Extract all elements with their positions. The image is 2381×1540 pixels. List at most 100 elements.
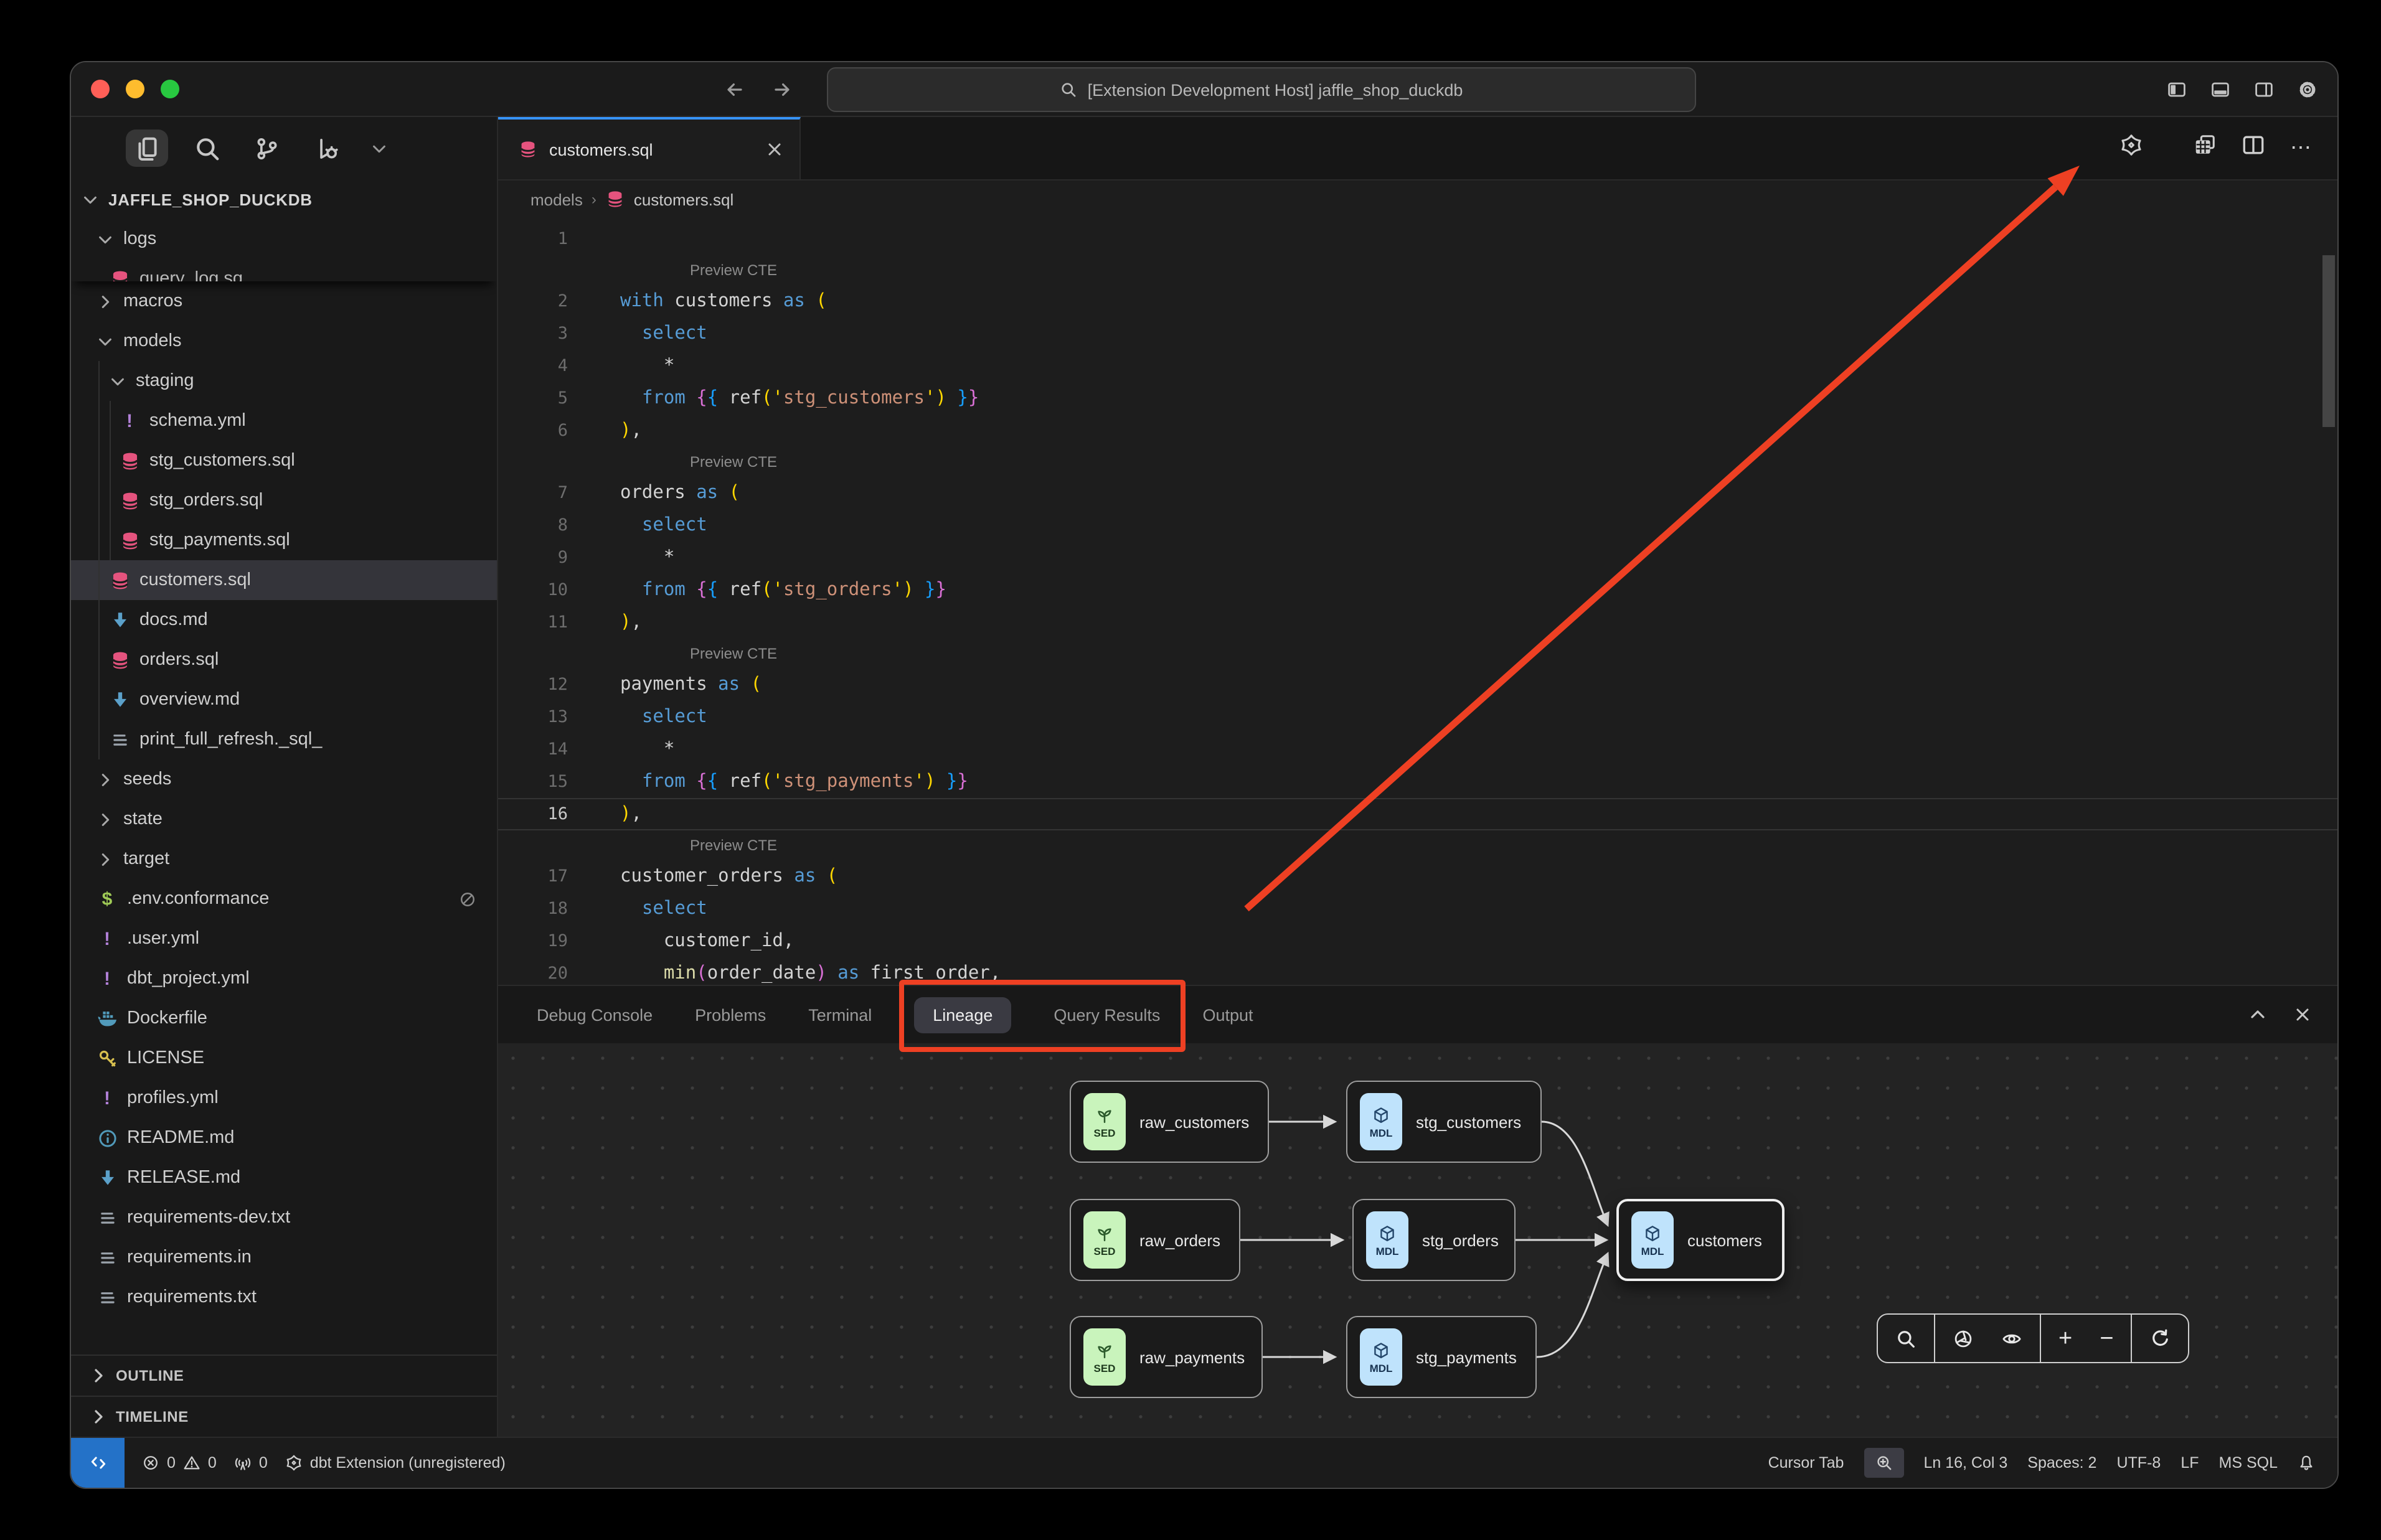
gear-icon[interactable] — [2298, 79, 2317, 99]
nav-forward-button[interactable] — [772, 79, 792, 99]
toggle-secondary-sidebar-icon[interactable] — [2254, 79, 2274, 99]
code-line-19[interactable]: 19 customer_id, — [498, 925, 2337, 957]
code-line-11[interactable]: 11), — [498, 606, 2337, 639]
activity-source-control-button[interactable] — [245, 129, 288, 167]
remote-indicator[interactable] — [71, 1438, 125, 1488]
tree-item-profiles-yml[interactable]: !profiles.yml — [71, 1078, 497, 1118]
panel-tab-terminal[interactable]: Terminal — [808, 1005, 872, 1024]
codelens-preview-cte[interactable]: Preview CTE — [498, 447, 2337, 477]
tree-item-requirements-in[interactable]: requirements.in — [71, 1237, 497, 1277]
tree-item-schema-yml[interactable]: !schema.yml — [71, 401, 497, 441]
lineage-node-stg_customers[interactable]: MDLstg_customers — [1346, 1081, 1542, 1163]
lineage-node-raw_customers[interactable]: SEDraw_customers — [1070, 1081, 1269, 1163]
breadcrumb-folder[interactable]: models — [530, 190, 583, 209]
tree-item-orders-sql[interactable]: orders.sql — [71, 640, 497, 680]
tree-item-query-log-sq[interactable]: query_log.sq — [71, 259, 497, 281]
code-line-7[interactable]: 7orders as ( — [498, 477, 2337, 509]
codelens-preview-cte[interactable]: Preview CTE — [498, 255, 2337, 285]
tree-item-dbt-project-yml[interactable]: !dbt_project.yml — [71, 959, 497, 998]
tree-item-dockerfile[interactable]: Dockerfile — [71, 998, 497, 1038]
code-line-3[interactable]: 3 select — [498, 317, 2337, 350]
encoding-status[interactable]: UTF-8 — [2116, 1454, 2161, 1472]
toggle-sidebar-icon[interactable] — [2167, 79, 2187, 99]
lineage-node-customers[interactable]: MDLcustomers — [1616, 1199, 1785, 1281]
lineage-minus-button[interactable]: − — [2100, 1326, 2113, 1350]
maximize-panel-icon[interactable] — [2248, 1005, 2268, 1025]
zoom-window-button[interactable] — [161, 80, 179, 98]
lineage-canvas[interactable]: SEDraw_customersMDLstg_customersSEDraw_o… — [498, 1043, 2337, 1437]
table-copy-action-icon[interactable] — [2193, 133, 2217, 163]
tree-item-stg-payments-sql[interactable]: stg_payments.sql — [71, 520, 497, 560]
editor-scrollbar[interactable] — [2322, 255, 2335, 427]
code-line-2[interactable]: 2with customers as ( — [498, 285, 2337, 317]
code-line-8[interactable]: 8 select — [498, 509, 2337, 542]
close-window-button[interactable] — [91, 80, 110, 98]
panel-tab-output[interactable]: Output — [1202, 1005, 1253, 1024]
tree-item-print-full-refresh-sql-[interactable]: print_full_refresh._sql_ — [71, 720, 497, 759]
code-line-4[interactable]: 4 * — [498, 350, 2337, 382]
tree-item-docs-md[interactable]: docs.md — [71, 600, 497, 640]
lineage-eye-button[interactable] — [2001, 1328, 2022, 1349]
tab-customers-sql[interactable]: customers.sql — [498, 117, 801, 179]
nav-back-button[interactable] — [725, 79, 745, 99]
tree-item-target[interactable]: target — [71, 839, 497, 879]
code-editor[interactable]: 1Preview CTE2with customers as (3 select… — [498, 218, 2337, 985]
activity-search-button[interactable] — [186, 129, 228, 167]
lineage-plus-button[interactable]: + — [2058, 1326, 2072, 1350]
tree-item-macros[interactable]: macros — [71, 281, 497, 321]
tree-item-overview-md[interactable]: overview.md — [71, 680, 497, 720]
tree-item--user-yml[interactable]: !.user.yml — [71, 919, 497, 959]
activity-chevron-down-button[interactable] — [365, 129, 392, 167]
tree-item-logs[interactable]: logs — [71, 219, 497, 259]
panel-tab-debug-console[interactable]: Debug Console — [537, 1005, 653, 1024]
outline-section[interactable]: OUTLINE — [71, 1355, 497, 1396]
tree-item-models[interactable]: models — [71, 321, 497, 361]
code-line-17[interactable]: 17customer_orders as ( — [498, 860, 2337, 893]
code-line-20[interactable]: 20 min(order_date) as first_order, — [498, 957, 2337, 985]
codelens-preview-cte[interactable]: Preview CTE — [498, 639, 2337, 669]
indentation-status[interactable]: Spaces: 2 — [2027, 1454, 2096, 1472]
ellipsis-action-icon[interactable]: ⋯ — [2290, 136, 2313, 161]
tree-item-readme-md[interactable]: README.md — [71, 1118, 497, 1158]
dbt-extension-status[interactable]: dbt Extension (unregistered) — [285, 1454, 506, 1472]
code-line-1[interactable]: 1 — [498, 223, 2337, 255]
problems-status[interactable]: 0 0 — [142, 1454, 217, 1472]
code-line-18[interactable]: 18 select — [498, 893, 2337, 925]
lineage-node-stg_orders[interactable]: MDLstg_orders — [1352, 1199, 1516, 1281]
tree-item-release-md[interactable]: RELEASE.md — [71, 1158, 497, 1198]
breadcrumb-file[interactable]: customers.sql — [634, 190, 733, 209]
codelens-preview-cte[interactable]: Preview CTE — [498, 830, 2337, 860]
toggle-panel-icon[interactable] — [2210, 79, 2230, 99]
tree-item-staging[interactable]: staging — [71, 361, 497, 401]
lineage-aperture-button[interactable] — [1953, 1328, 1974, 1349]
minimize-window-button[interactable] — [126, 80, 144, 98]
tree-item-seeds[interactable]: seeds — [71, 759, 497, 799]
eol-status[interactable]: LF — [2181, 1454, 2199, 1472]
tree-item-requirements-dev-txt[interactable]: requirements-dev.txt — [71, 1198, 497, 1237]
timeline-section[interactable]: TIMELINE — [71, 1396, 497, 1437]
tree-item-license[interactable]: LICENSE — [71, 1038, 497, 1078]
activity-run-debug-button[interactable] — [305, 129, 347, 167]
code-line-6[interactable]: 6), — [498, 415, 2337, 447]
tree-item-requirements-txt[interactable]: requirements.txt — [71, 1277, 497, 1317]
language-status[interactable]: MS SQL — [2219, 1454, 2278, 1472]
lineage-node-stg_payments[interactable]: MDLstg_payments — [1346, 1316, 1537, 1398]
code-line-10[interactable]: 10 from {{ ref('stg_orders') }} — [498, 574, 2337, 606]
breadcrumb[interactable]: models › customers.sql — [498, 181, 2337, 218]
panel-tab-lineage[interactable]: Lineage — [914, 997, 1011, 1033]
command-center-search[interactable]: [Extension Development Host] jaffle_shop… — [827, 67, 1696, 112]
lineage-search-small-button[interactable] — [1895, 1328, 1917, 1349]
cursor-tab-status[interactable]: Cursor Tab — [1768, 1454, 1844, 1472]
code-line-13[interactable]: 13 select — [498, 701, 2337, 733]
tree-item--env-conformance[interactable]: $.env.conformance — [71, 879, 497, 919]
code-line-15[interactable]: 15 from {{ ref('stg_payments') }} — [498, 766, 2337, 798]
lineage-refresh-button[interactable] — [2149, 1328, 2171, 1349]
ports-status[interactable]: 0 — [234, 1454, 268, 1472]
code-line-9[interactable]: 9 * — [498, 542, 2337, 574]
code-line-12[interactable]: 12payments as ( — [498, 669, 2337, 701]
split-editor-action-icon[interactable] — [2242, 133, 2265, 163]
tree-item-customers-sql[interactable]: customers.sql — [71, 560, 497, 600]
lineage-node-raw_payments[interactable]: SEDraw_payments — [1070, 1316, 1263, 1398]
tree-item-state[interactable]: state — [71, 799, 497, 839]
code-line-14[interactable]: 14 * — [498, 733, 2337, 766]
